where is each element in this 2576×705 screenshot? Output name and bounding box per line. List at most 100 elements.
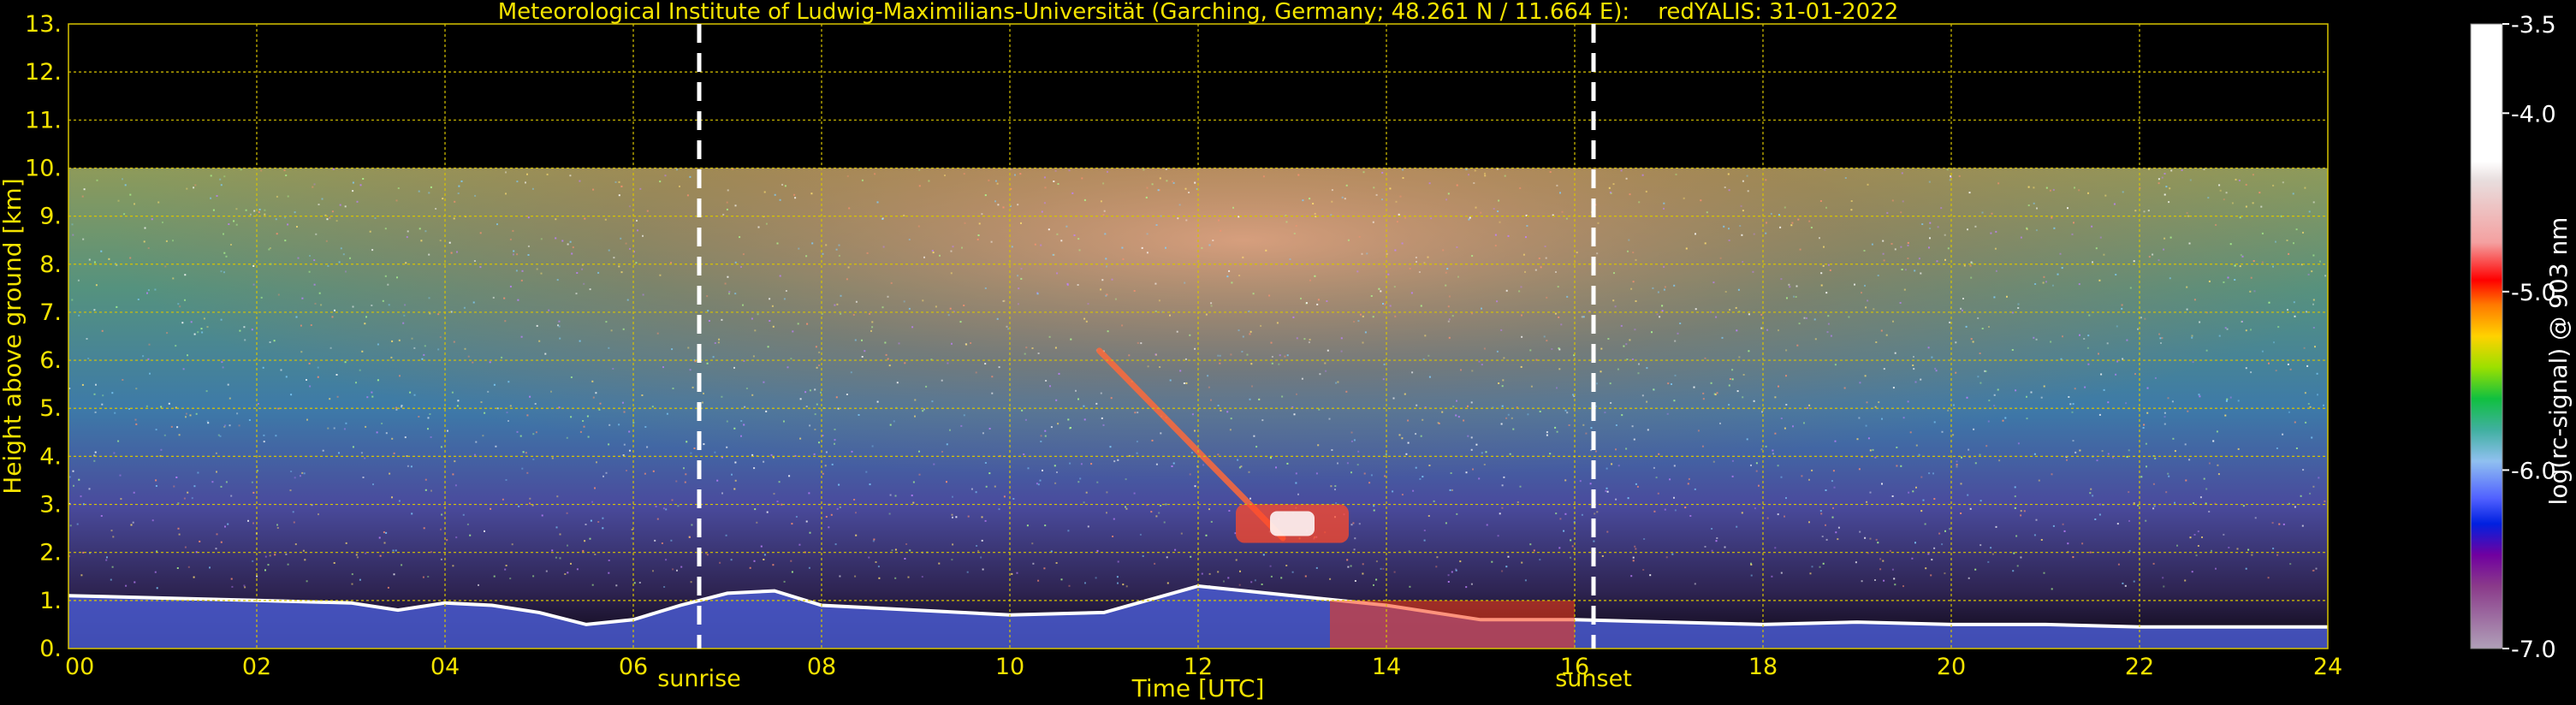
noise-speck [329,398,331,400]
noise-speck [1137,341,1139,344]
noise-speck [529,502,531,505]
noise-speck [2035,229,2038,232]
noise-speck [1728,228,1730,230]
noise-speck [1151,183,1154,186]
noise-speck [659,274,662,276]
noise-speck [217,434,220,436]
noise-speck [882,246,885,248]
noise-speck [818,441,820,444]
noise-speck [1706,211,1708,214]
noise-speck [181,322,184,324]
noise-speck [1974,462,1977,465]
noise-speck [1036,293,1039,295]
noise-speck [816,366,818,369]
noise-speck [1607,338,1610,340]
noise-speck [1873,308,1875,311]
noise-speck [68,476,71,478]
noise-speck [1820,284,1823,287]
noise-speck [1252,293,1255,295]
noise-speck [567,544,568,547]
noise-speck [1522,253,1525,256]
noise-speck [1716,537,1718,539]
noise-speck [2148,256,2151,258]
noise-speck [1456,512,1458,515]
noise-speck [1750,574,1753,577]
noise-speck [1570,556,1572,559]
noise-speck [751,317,753,320]
noise-speck [2250,276,2253,279]
noise-speck [726,420,728,423]
noise-speck [264,213,266,216]
noise-speck [80,495,82,498]
noise-speck [462,513,465,516]
noise-speck [605,471,608,474]
noise-speck [2092,495,2094,497]
noise-speck [947,314,950,317]
noise-speck [2167,397,2169,400]
noise-speck [1394,249,1397,252]
noise-speck [1384,475,1386,477]
noise-speck [1652,287,1654,289]
noise-speck [1777,465,1779,467]
noise-speck [889,494,892,496]
noise-speck [1023,453,1025,455]
noise-speck [525,452,527,454]
noise-speck [1608,187,1611,189]
noise-speck [489,361,491,364]
noise-speck [1055,562,1058,564]
noise-speck [329,216,331,219]
noise-speck [1610,402,1612,404]
noise-speck [769,320,771,322]
noise-speck [2208,462,2211,465]
noise-speck [437,348,440,351]
noise-speck [941,379,943,382]
noise-speck [1177,217,1179,220]
noise-speck [1409,585,1411,588]
noise-speck [1543,335,1546,338]
noise-speck [1054,169,1057,172]
noise-speck [427,428,429,430]
noise-speck [589,537,591,540]
colorbar: -3.5-4.0-5.0-6.0-7.0 log(rc-signal) @ 90… [2470,12,2573,663]
noise-speck [2128,491,2130,494]
noise-speck [267,564,270,566]
noise-speck [1823,246,1825,248]
noise-speck [501,356,503,358]
noise-speck [165,240,168,242]
noise-speck [1448,295,1451,298]
noise-speck [1481,307,1482,310]
noise-speck [1673,284,1676,287]
noise-speck [1739,225,1742,227]
noise-speck [1392,490,1394,493]
noise-speck [1772,449,1774,452]
noise-speck [1210,399,1212,401]
noise-speck [2271,522,2274,524]
noise-speck [2273,341,2275,344]
noise-speck [2051,284,2054,287]
noise-speck [2152,483,2155,485]
noise-speck [1381,198,1383,201]
noise-speck [778,481,781,483]
noise-speck [2311,270,2313,273]
noise-speck [1869,449,1872,452]
noise-speck [2245,205,2247,208]
noise-speck [2247,548,2250,551]
noise-speck [1701,445,1704,447]
noise-speck [309,255,311,257]
noise-speck [194,184,197,187]
noise-speck [1724,291,1727,293]
noise-speck [2295,228,2298,231]
noise-speck [602,475,604,477]
noise-speck [726,201,728,204]
noise-speck [1353,548,1356,551]
noise-speck [372,483,374,486]
noise-speck [808,566,810,569]
noise-speck [1501,507,1504,509]
noise-speck [377,379,379,382]
noise-speck [1420,435,1422,437]
noise-speck [2219,189,2222,192]
noise-speck [1040,244,1042,246]
noise-speck [428,192,430,194]
noise-speck [1399,195,1402,198]
noise-speck [505,479,507,481]
